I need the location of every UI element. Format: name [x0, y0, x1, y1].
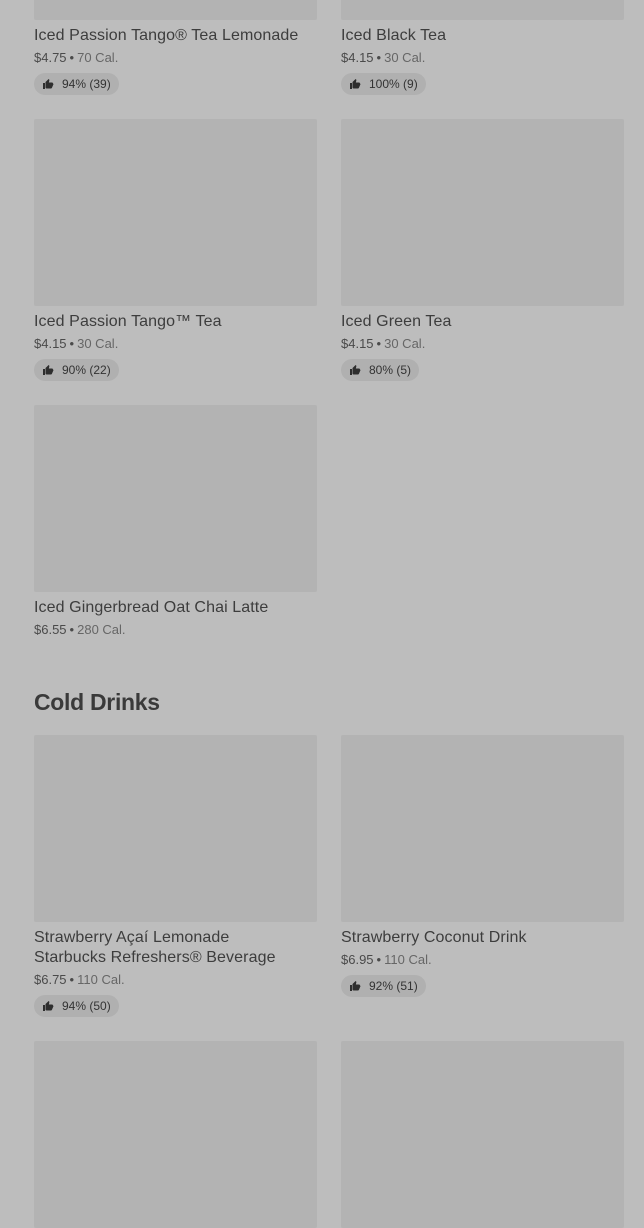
item-image	[34, 735, 317, 922]
item-price: $6.75	[34, 972, 67, 987]
menu-grid-tea-row-2: Iced Passion Tango™ Tea $4.15 • 30 Cal. 90…	[34, 119, 624, 381]
item-name: Strawberry Açaí Lemonade Starbucks Refre…	[34, 928, 317, 968]
section-title: Cold Drinks	[34, 689, 160, 715]
item-price: $4.15	[34, 336, 67, 351]
menu-item-card[interactable]	[341, 1041, 624, 1228]
menu-grid-tea: Iced Passion Tango® Tea Lemonade $4.75 • 7…	[34, 0, 624, 95]
item-image	[34, 0, 317, 20]
item-meta: $6.75 • 110 Cal.	[34, 971, 317, 989]
item-image	[341, 119, 624, 306]
rating-text: 80% (5)	[369, 363, 412, 377]
rating-text: 100% (9)	[369, 77, 418, 91]
separator: •	[376, 50, 382, 65]
rating-badge: 80% (5)	[341, 359, 420, 381]
rating-text: 92% (51)	[369, 979, 418, 993]
item-calories: 110 Cal.	[384, 952, 432, 967]
separator: •	[376, 336, 382, 351]
menu-item-card[interactable]: Iced Passion Tango™ Tea $4.15 • 30 Cal. 90…	[34, 119, 317, 381]
item-meta: $4.75 • 70 Cal.	[34, 49, 317, 67]
thumbs-up-icon	[43, 1001, 54, 1011]
item-name: Iced Green Tea	[341, 313, 452, 330]
thumbs-up-icon	[350, 365, 361, 375]
item-calories: 70 Cal.	[77, 50, 119, 65]
item-calories: 30 Cal.	[384, 50, 426, 65]
item-meta: $6.95 • 110 Cal.	[341, 951, 624, 969]
rating-badge: 90% (22)	[34, 359, 119, 381]
menu-grid-cold-drinks-row-2	[34, 1041, 624, 1228]
item-image	[341, 1041, 624, 1228]
separator: •	[69, 972, 75, 987]
item-image	[34, 405, 317, 592]
item-calories: 280 Cal.	[77, 622, 126, 637]
item-name: Strawberry Coconut Drink	[341, 929, 527, 946]
menu-item-card[interactable]: Iced Green Tea $4.15 • 30 Cal. 80% (5)	[341, 119, 624, 381]
rating-text: 94% (50)	[62, 999, 111, 1013]
item-name: Iced Passion Tango® Tea Lemonade	[34, 27, 299, 44]
thumbs-up-icon	[350, 981, 361, 991]
menu-item-card[interactable]	[34, 1041, 317, 1228]
item-image	[34, 1041, 317, 1228]
rating-badge: 94% (50)	[34, 995, 119, 1017]
item-name: Iced Gingerbread Oat Chai Latte	[34, 599, 269, 616]
item-image	[341, 735, 624, 922]
menu-grid-cold-drinks: Strawberry Açaí Lemonade Starbucks Refre…	[34, 735, 624, 1017]
thumbs-up-icon	[43, 79, 54, 89]
item-image	[34, 119, 317, 306]
separator: •	[376, 952, 382, 967]
rating-badge: 100% (9)	[341, 73, 426, 95]
menu-item-card[interactable]: Strawberry Coconut Drink $6.95 • 110 Cal. …	[341, 735, 624, 1017]
rating-badge: 94% (39)	[34, 73, 119, 95]
item-name: Iced Passion Tango™ Tea	[34, 313, 222, 330]
rating-text: 94% (39)	[62, 77, 111, 91]
item-meta: $4.15 • 30 Cal.	[341, 49, 624, 67]
item-price: $4.15	[341, 50, 374, 65]
item-name-line: Strawberry Açaí Lemonade	[34, 929, 230, 946]
item-price: $4.15	[341, 336, 374, 351]
item-calories: 30 Cal.	[77, 336, 119, 351]
menu-grid-tea-row-3: Iced Gingerbread Oat Chai Latte $6.55 • 28…	[34, 405, 624, 639]
separator: •	[69, 622, 75, 637]
item-meta: $6.55 • 280 Cal.	[34, 621, 317, 639]
item-price: $4.75	[34, 50, 67, 65]
item-price: $6.95	[341, 952, 374, 967]
separator: •	[69, 336, 75, 351]
item-meta: $4.15 • 30 Cal.	[34, 335, 317, 353]
rating-text: 90% (22)	[62, 363, 111, 377]
rating-badge: 92% (51)	[341, 975, 426, 997]
menu-item-card[interactable]: Iced Black Tea $4.15 • 30 Cal. 100% (9)	[341, 0, 624, 95]
menu-item-card[interactable]: Iced Passion Tango® Tea Lemonade $4.75 • 7…	[34, 0, 317, 95]
item-meta: $4.15 • 30 Cal.	[341, 335, 624, 353]
item-price: $6.55	[34, 622, 67, 637]
thumbs-up-icon	[43, 365, 54, 375]
item-calories: 110 Cal.	[77, 972, 125, 987]
menu-item-card[interactable]: Strawberry Açaí Lemonade Starbucks Refre…	[34, 735, 317, 1017]
item-name: Iced Black Tea	[341, 27, 447, 44]
item-image	[341, 0, 624, 20]
menu-item-card[interactable]: Iced Gingerbread Oat Chai Latte $6.55 • 28…	[34, 405, 317, 639]
thumbs-up-icon	[350, 79, 361, 89]
item-name-line: Starbucks Refreshers® Beverage	[34, 949, 276, 966]
item-calories: 30 Cal.	[384, 336, 426, 351]
separator: •	[69, 50, 75, 65]
